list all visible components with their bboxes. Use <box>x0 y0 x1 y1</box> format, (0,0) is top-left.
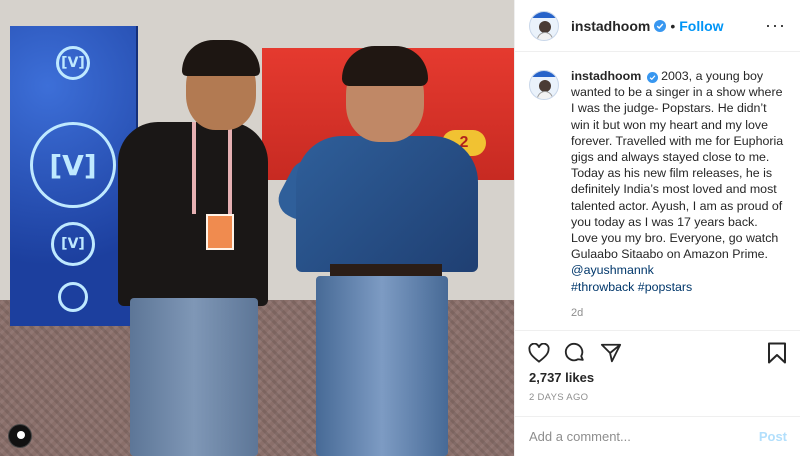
username-link[interactable]: instadhoom <box>571 18 650 34</box>
person-right-shirt <box>296 136 478 272</box>
lanyard <box>192 122 232 214</box>
person-right-jeans <box>316 276 448 456</box>
avatar[interactable] <box>529 70 559 100</box>
belt <box>330 264 442 276</box>
bookmark-icon[interactable] <box>765 341 789 365</box>
person-right-hair <box>342 46 428 86</box>
verified-badge-icon <box>654 19 667 32</box>
comment-icon[interactable] <box>563 341 587 365</box>
mention-link[interactable]: @ayushmannk <box>571 263 654 277</box>
tagged-user-icon[interactable] <box>8 424 32 448</box>
channel-logo: [V] <box>56 46 90 80</box>
id-card <box>206 214 234 250</box>
action-bar <box>515 330 800 374</box>
caption-section: instadhoom 2003, a young boy wanted to b… <box>515 52 800 330</box>
caption: instadhoom 2003, a young boy wanted to b… <box>571 68 787 330</box>
avatar[interactable] <box>529 10 559 41</box>
verified-badge-icon <box>646 72 658 83</box>
channel-logo: [V] <box>30 122 116 208</box>
likes-count[interactable]: 2,737 likes <box>529 370 594 385</box>
comment-input[interactable] <box>529 429 759 444</box>
caption-body: 2003, a young boy wanted to be a singer … <box>571 69 784 262</box>
post-sidebar: instadhoom • Follow ··· instadhoom 2003,… <box>514 0 800 456</box>
follow-button[interactable]: Follow <box>679 18 723 34</box>
post-date: 2 DAYS AGO <box>529 392 589 403</box>
post-comment-button[interactable]: Post <box>759 429 787 444</box>
share-icon[interactable] <box>599 341 623 365</box>
post-header: instadhoom • Follow ··· <box>515 0 800 52</box>
person-left-jeans <box>130 298 258 456</box>
caption-username-link[interactable]: instadhoom <box>571 69 641 83</box>
comment-bar: Post <box>515 416 800 456</box>
hashtag-links[interactable]: #throwback #popstars <box>571 280 692 294</box>
separator-dot: • <box>670 17 676 34</box>
caption-time: 2d <box>571 306 584 319</box>
more-options-icon[interactable]: ··· <box>765 15 786 36</box>
heart-icon[interactable] <box>527 341 551 365</box>
post-photo[interactable]: [V] [V] [V] 2 <box>0 0 514 456</box>
channel-logo <box>58 282 88 312</box>
channel-logo: [V] <box>51 222 95 266</box>
